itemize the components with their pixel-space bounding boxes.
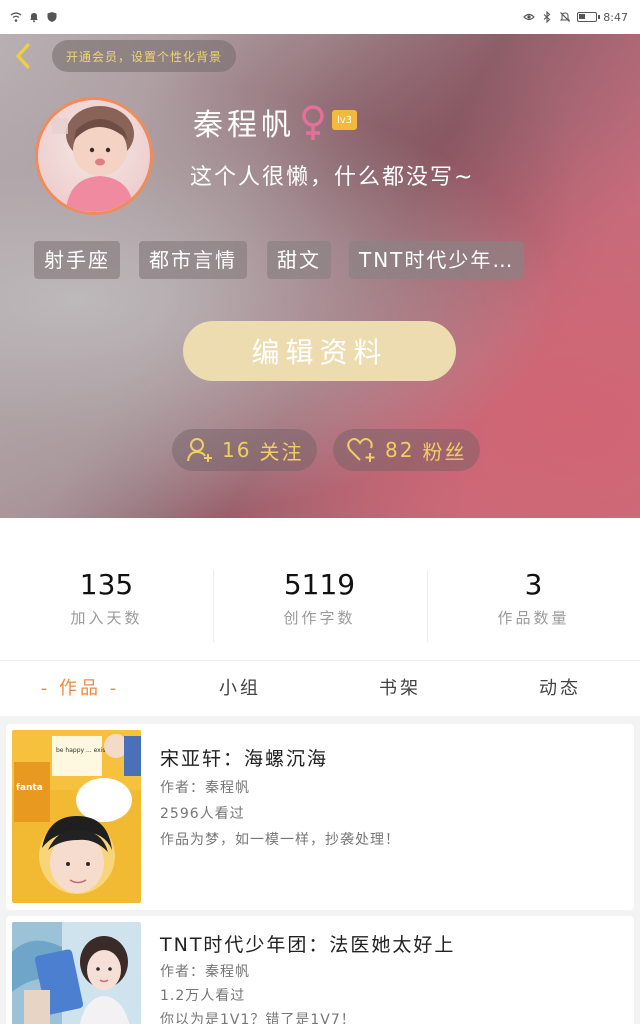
stat-join-days: 135 加入天数 [0, 568, 213, 628]
cover-brand: fanta [16, 783, 43, 793]
status-left [10, 11, 58, 23]
vip-background-prompt[interactable]: 开通会员，设置个性化背景 [52, 40, 237, 72]
eye-icon [523, 13, 536, 21]
stat-label: 作品数量 [497, 609, 570, 627]
avatar-image [52, 106, 134, 212]
tab-bar: - 作品 - 小组 书架 动态 [0, 660, 640, 716]
female-icon [302, 105, 324, 140]
level-badge: lv3 [332, 110, 357, 130]
cover-image: be happy ... exist fanta [12, 730, 141, 903]
cover-image [12, 922, 141, 1024]
tag-item[interactable]: 甜文 [267, 241, 331, 279]
tab-activity[interactable]: 动态 [480, 661, 640, 717]
stat-word-count: 5119 创作字数 [213, 568, 426, 628]
work-author: 作者：秦程帆 [160, 780, 250, 796]
following-count: 16 [222, 438, 252, 462]
work-title[interactable]: TNT时代少年团：法医她太好上 [160, 930, 455, 957]
bluetooth-icon [543, 11, 551, 23]
status-right: 8:47 [523, 11, 628, 24]
avatar[interactable] [35, 97, 153, 215]
vip-prompt-label: 开通会员，设置个性化背景 [66, 49, 223, 64]
back-arrow-icon [16, 43, 30, 69]
work-author: 作者：秦程帆 [160, 964, 250, 980]
add-user-icon [187, 438, 212, 462]
tag-item[interactable]: 都市言情 [139, 241, 247, 279]
edit-profile-button[interactable]: 编辑资料 [183, 321, 456, 381]
shield-icon [47, 12, 57, 22]
work-cover[interactable]: be happy ... exist fanta [12, 730, 141, 903]
cover-caption: be happy ... exist [56, 747, 109, 754]
status-time: 8:47 [603, 10, 628, 24]
followers-label: 粉丝 [422, 439, 467, 464]
edit-profile-label: 编辑资料 [251, 336, 388, 369]
list-item[interactable]: be happy ... exist fanta 宋亚轩：海螺沉海 作者：秦程帆… [6, 724, 634, 910]
stat-works-count: 3 作品数量 [427, 568, 640, 628]
work-description: 作品为梦，如一模一样，抄袭处理！ [160, 832, 400, 848]
followers-button[interactable]: 82 粉丝 [333, 429, 481, 471]
battery-icon [577, 12, 601, 22]
user-name: 秦程帆 [193, 108, 295, 143]
stat-value: 135 [79, 568, 134, 601]
stat-label: 加入天数 [70, 609, 143, 627]
following-label: 关注 [259, 439, 304, 464]
mute-icon [560, 12, 571, 22]
notification-bell-icon [30, 13, 38, 23]
followers-count: 82 [385, 438, 415, 462]
work-cover[interactable] [12, 922, 141, 1024]
tab-groups[interactable]: 小组 [160, 661, 320, 717]
work-views: 1.2万人看过 [160, 988, 246, 1004]
stat-label: 创作字数 [283, 609, 356, 627]
user-bio: 这个人很懒，什么都没写~ [190, 165, 475, 190]
wifi-icon [10, 12, 22, 22]
tag-item[interactable]: TNT时代少年… [349, 241, 525, 279]
work-title[interactable]: 宋亚轩：海螺沉海 [160, 744, 328, 771]
stat-value: 5119 [283, 568, 356, 601]
list-item[interactable]: TNT时代少年团：法医她太好上 作者：秦程帆 1.2万人看过 你以为是1V1？错… [6, 916, 634, 1024]
works-list: be happy ... exist fanta 宋亚轩：海螺沉海 作者：秦程帆… [0, 716, 640, 1024]
stats-panel: 135 加入天数 5119 创作字数 3 作品数量 [0, 518, 640, 660]
profile-header: 开通会员，设置个性化背景 秦程帆 lv3 这个人很懒，什么都没写~ 射手座 都市… [0, 34, 640, 518]
tag-item[interactable]: 射手座 [34, 241, 120, 279]
following-button[interactable]: 16 关注 [172, 429, 318, 471]
status-bar: 8:47 [0, 0, 640, 34]
work-description: 你以为是1V1？错了是1V7！ [160, 1012, 356, 1024]
back-button[interactable] [10, 40, 36, 72]
heart-plus-icon [347, 438, 375, 462]
stat-value: 3 [524, 568, 543, 601]
work-views: 2596人看过 [160, 806, 245, 822]
tab-bookshelf[interactable]: 书架 [320, 661, 480, 717]
tab-works[interactable]: - 作品 - [0, 661, 160, 717]
